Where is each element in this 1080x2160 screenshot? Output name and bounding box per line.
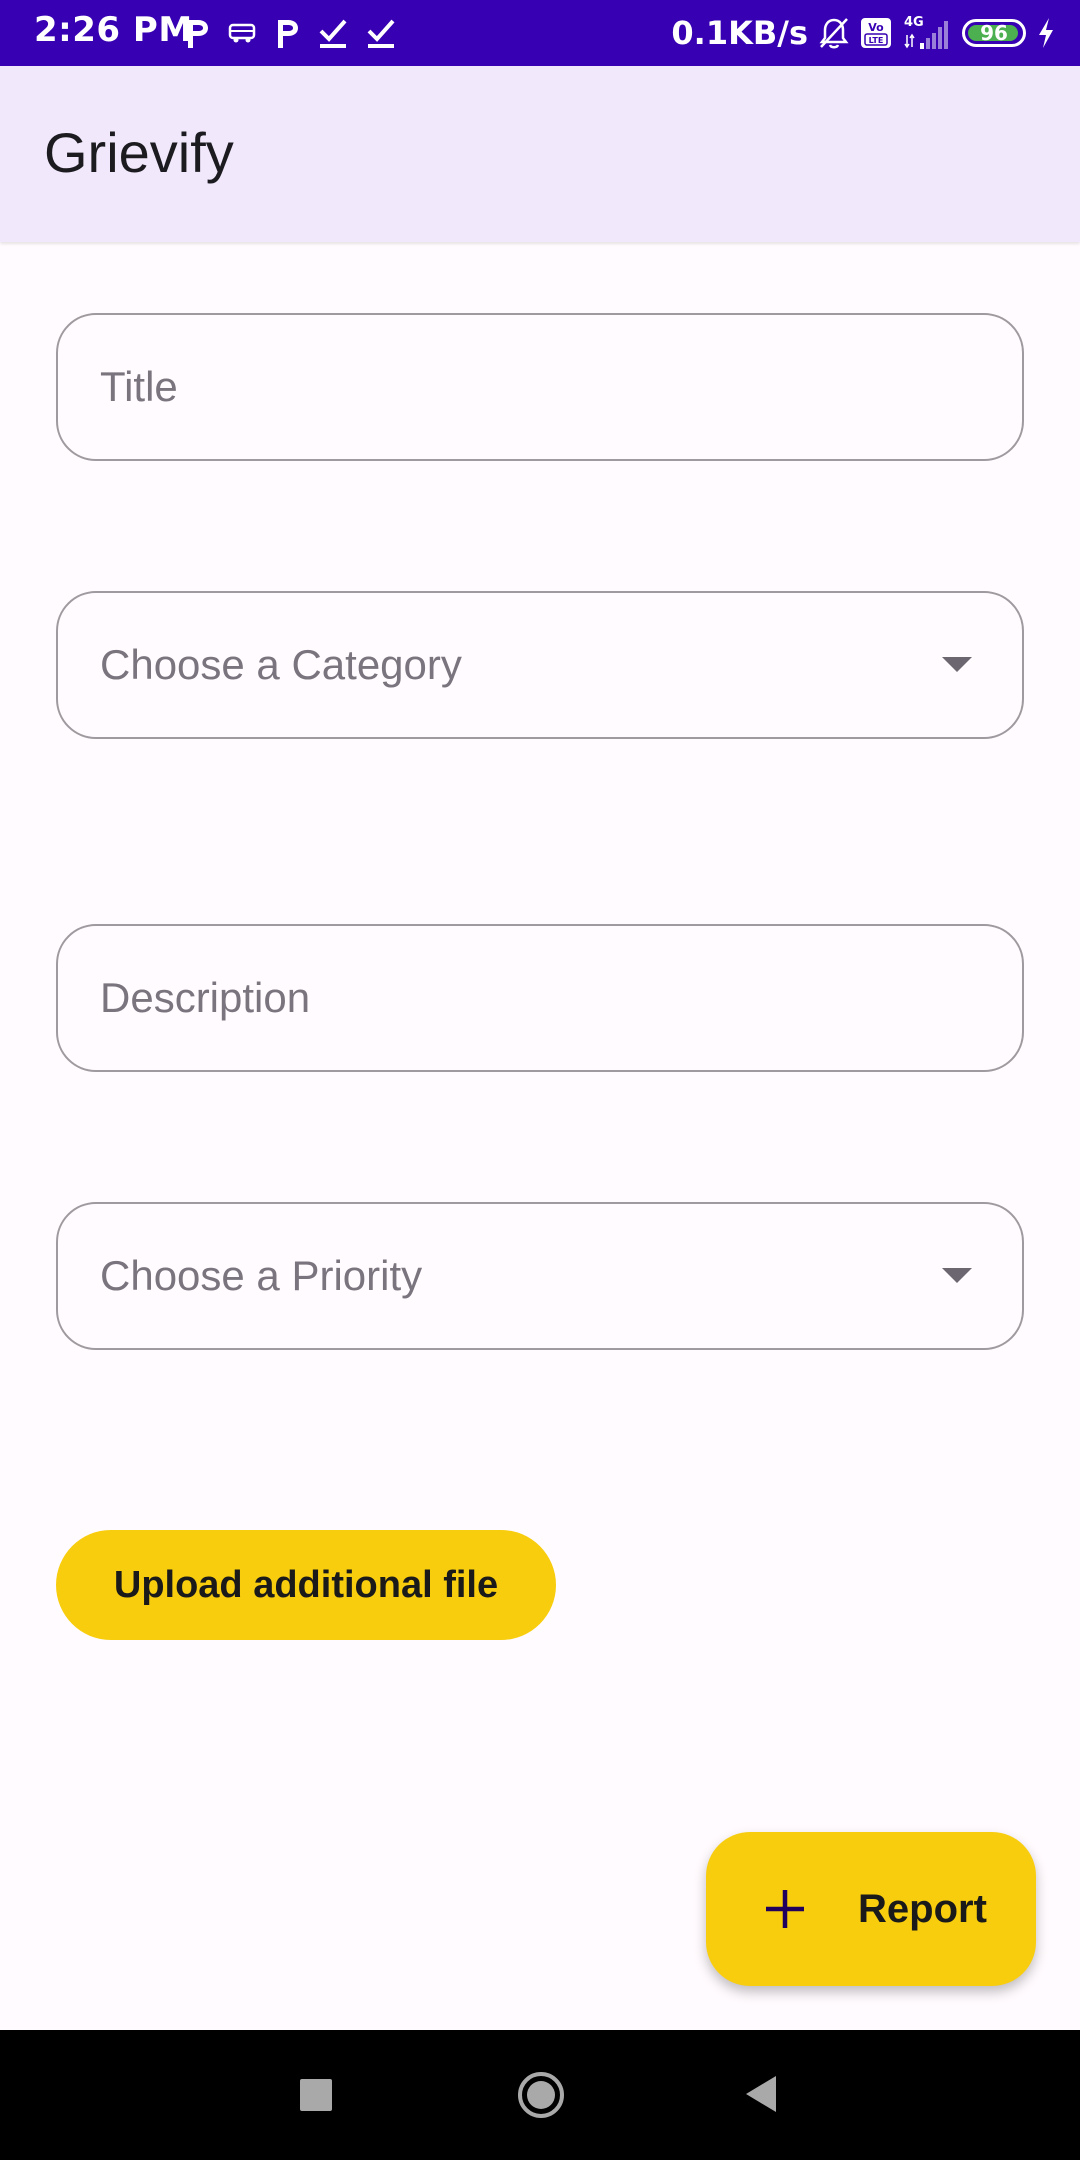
- category-dropdown[interactable]: Choose a Category: [56, 591, 1024, 739]
- plus-icon: [766, 1890, 804, 1928]
- notification-icons: [184, 12, 396, 54]
- priority-dropdown[interactable]: Choose a Priority: [56, 1202, 1024, 1350]
- home-icon[interactable]: [516, 2070, 566, 2120]
- category-placeholder: Choose a Category: [100, 641, 462, 688]
- system-nav-bar: [0, 2030, 1080, 2160]
- status-right: 0.1KB/s Vo LTE 4G 96: [671, 8, 1056, 58]
- bus-icon: [228, 23, 256, 43]
- upload-file-button[interactable]: Upload additional file: [56, 1530, 556, 1640]
- title-input[interactable]: Title: [56, 313, 1024, 461]
- bell-off-icon: [819, 18, 849, 49]
- screen: 2:26 PM 0.1KB/s Vo LTE 4G 96 Grievify Ti…: [0, 0, 1080, 2160]
- report-fab[interactable]: Report: [706, 1832, 1036, 1986]
- description-input[interactable]: Description: [56, 924, 1024, 1072]
- app-title: Grievify: [44, 121, 234, 184]
- checkmark-icon: [367, 19, 395, 48]
- app-bar: Grievify: [0, 66, 1080, 242]
- svg-text:LTE: LTE: [869, 36, 884, 45]
- svg-text:Vo: Vo: [868, 21, 884, 34]
- status-time: 2:26 PM: [34, 10, 193, 50]
- p-app-icon: [188, 20, 208, 48]
- svg-text:4G: 4G: [904, 15, 924, 30]
- back-icon[interactable]: [744, 2074, 778, 2114]
- status-bar: 2:26 PM 0.1KB/s Vo LTE 4G 96: [0, 0, 1080, 66]
- p-app-icon: [278, 20, 298, 48]
- signal-icon: 4G: [904, 15, 948, 49]
- battery-icon: 96: [962, 19, 1026, 47]
- report-label: Report: [858, 1887, 987, 1931]
- battery-level: 96: [980, 21, 1008, 45]
- network-speed: 0.1KB/s: [671, 14, 808, 52]
- description-placeholder: Description: [100, 974, 311, 1021]
- volte-icon: Vo LTE: [861, 18, 891, 48]
- title-placeholder: Title: [100, 363, 178, 410]
- priority-placeholder: Choose a Priority: [100, 1252, 423, 1299]
- dropdown-arrow-icon: [942, 1268, 972, 1283]
- charging-icon: [1039, 18, 1053, 48]
- dropdown-arrow-icon: [942, 657, 972, 672]
- checkmark-icon: [319, 19, 347, 48]
- upload-file-label: Upload additional file: [113, 1563, 499, 1606]
- recents-icon[interactable]: [300, 2079, 332, 2111]
